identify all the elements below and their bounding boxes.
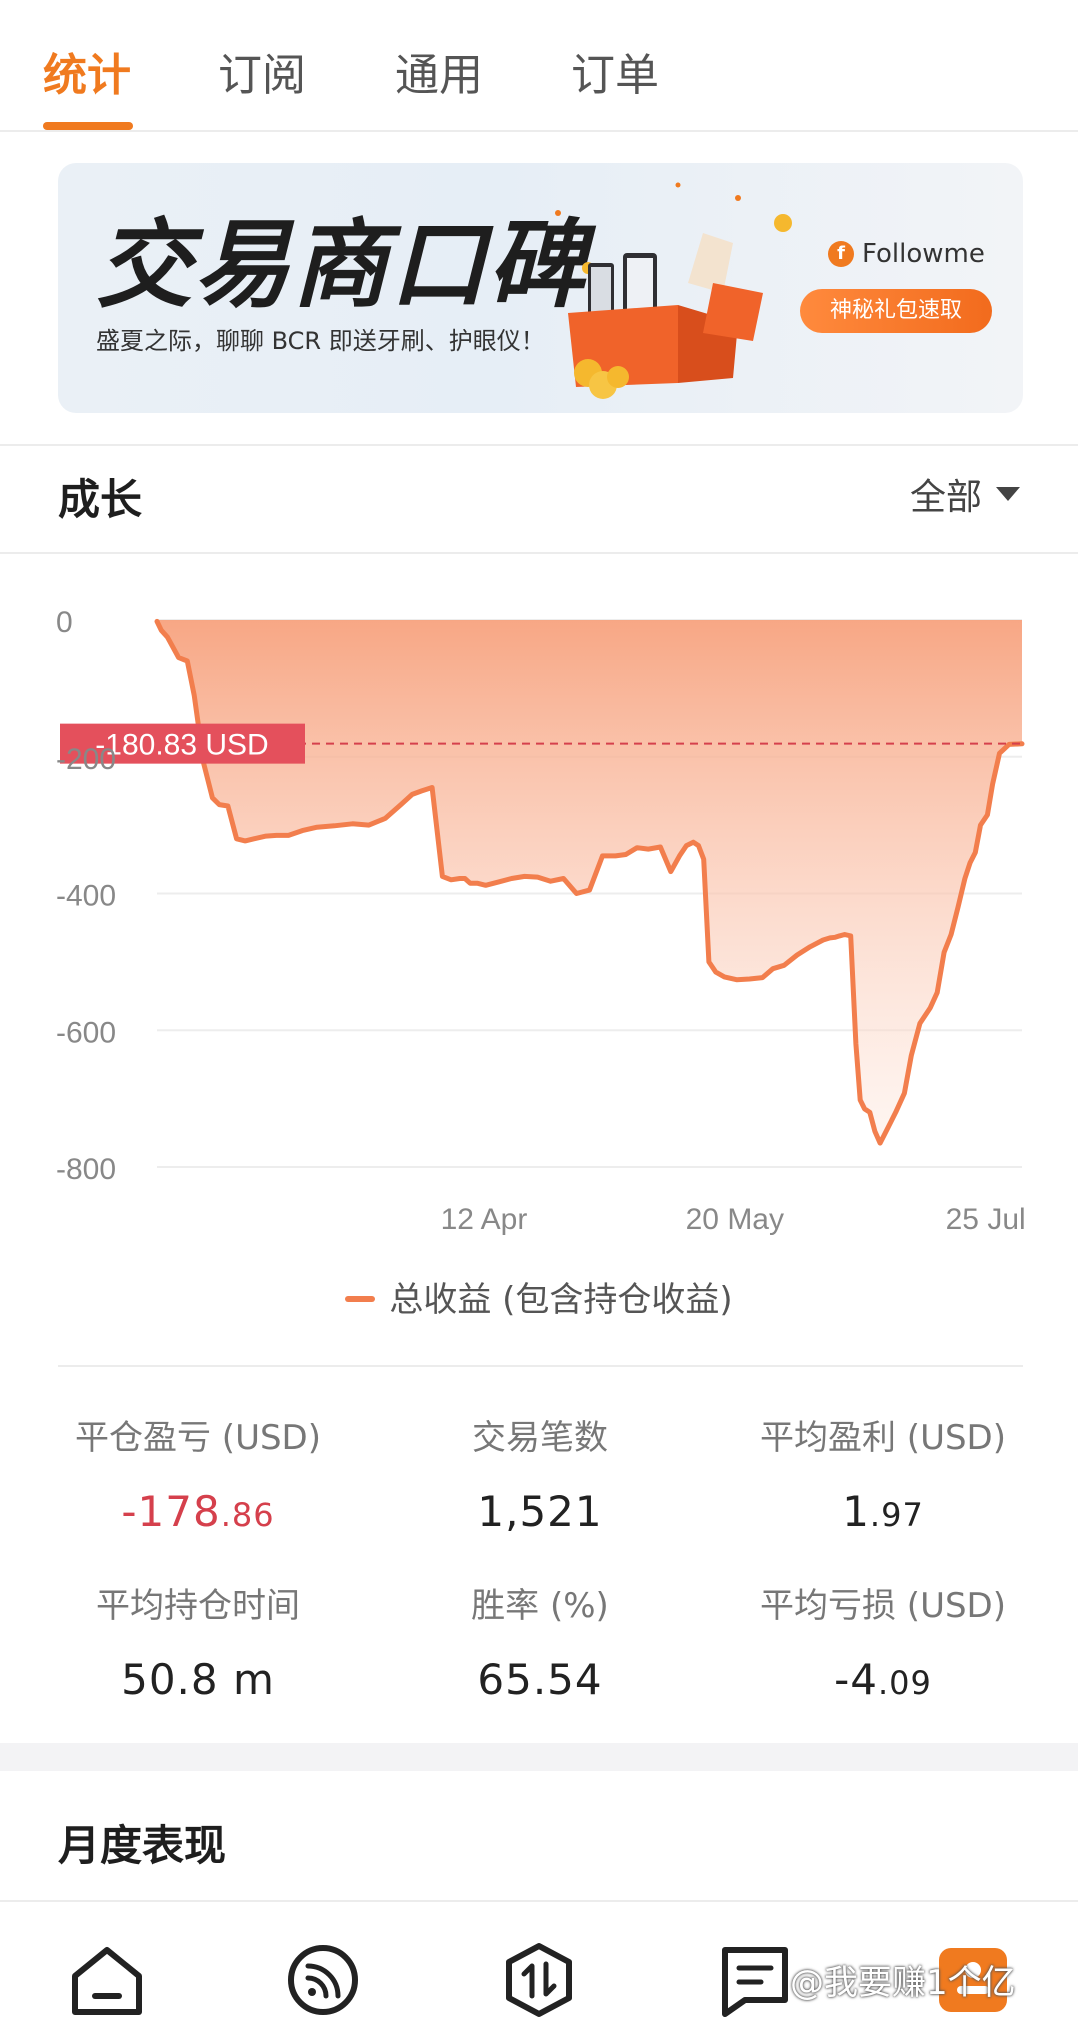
list-icon[interactable]: [715, 1940, 795, 2020]
promo-banner[interactable]: 交易商口碑 盛夏之际，聊聊 BCR 即送牙刷、护眼仪！ f Followme 神…: [58, 163, 1023, 413]
series-area: [157, 620, 1022, 1144]
watermark: @我要赚1个亿: [790, 1963, 1016, 2003]
stat-label: 平均盈利 (USD): [760, 1418, 1006, 1458]
tab-statistics[interactable]: 统计: [43, 48, 131, 104]
stat-label: 胜率 (%): [471, 1586, 609, 1626]
stat-value: 1.97: [842, 1487, 924, 1536]
legend-swatch: [345, 1295, 376, 1302]
y-tick-label: -200: [56, 743, 116, 776]
banner-title: 交易商口碑: [96, 209, 586, 321]
chart-legend: 总收益 (包含持仓收益): [0, 1272, 1078, 1321]
x-tick-label: 12 Apr: [441, 1203, 528, 1236]
x-tick-label: 20 May: [686, 1203, 784, 1236]
growth-chart[interactable]: -180.83 USD 0 -200 -400 -600 -800 12 Apr 20 Ma…: [0, 560, 1078, 1240]
y-tick-label: -600: [56, 1016, 116, 1049]
banner-subtitle: 盛夏之际，聊聊 BCR 即送牙刷、护眼仪！: [96, 327, 545, 355]
stat-value: 50.8 m: [121, 1655, 275, 1704]
growth-title: 成长: [58, 475, 143, 524]
tab-orders[interactable]: 订单: [571, 48, 659, 104]
top-tab-bar: 统计 订阅 通用 订单: [0, 0, 1078, 132]
stat-avg-hold-time: 平均持仓时间 50.8 m: [38, 1578, 358, 1704]
feed-icon[interactable]: [283, 1940, 363, 2020]
stat-trade-count: 交易笔数 1,521: [380, 1410, 700, 1536]
followme-logo-icon: f: [828, 241, 854, 267]
banner-cta-button[interactable]: 神秘礼包速取: [800, 289, 992, 333]
gift-box-illustration: [555, 182, 792, 399]
reference-label: -180.83 USD: [95, 729, 268, 762]
brand-label: f Followme: [828, 239, 985, 269]
range-filter-value: 全部: [909, 477, 982, 518]
home-icon[interactable]: [67, 1940, 147, 2020]
divider: [0, 444, 1078, 446]
brand-name: Followme: [862, 239, 985, 269]
x-tick-label: 25 Jul: [946, 1203, 1026, 1236]
range-filter-dropdown[interactable]: 全部: [910, 468, 1020, 520]
growth-chart-svg: -180.83 USD 0 -200 -400 -600 -800 12 Apr 20 Ma…: [56, 606, 1026, 1236]
active-tab-indicator: [43, 122, 133, 130]
divider: [0, 552, 1078, 554]
legend-label: 总收益 (包含持仓收益): [389, 1280, 733, 1320]
stat-closed-pnl: 平仓盈亏 (USD) -178.86: [38, 1410, 358, 1536]
monthly-performance-title: 月度表现: [58, 1821, 227, 1870]
section-gap: [0, 1743, 1078, 1771]
tab-general[interactable]: 通用: [395, 48, 483, 104]
stat-label: 交易笔数: [472, 1418, 608, 1458]
caret-down-icon: [996, 487, 1020, 501]
trade-icon[interactable]: [499, 1940, 579, 2020]
stat-avg-loss: 平均亏损 (USD) -4.09: [723, 1578, 1043, 1704]
stat-win-rate: 胜率 (%) 65.54: [380, 1578, 700, 1704]
y-tick-label: -400: [56, 880, 116, 913]
stat-value: -178.86: [121, 1487, 275, 1536]
divider: [58, 1365, 1023, 1367]
tab-subscriptions[interactable]: 订阅: [218, 48, 306, 104]
stat-label: 平均持仓时间: [96, 1586, 300, 1626]
stat-label: 平仓盈亏 (USD): [75, 1418, 321, 1458]
stat-value: 1,521: [477, 1487, 603, 1536]
stat-value: -4.09: [834, 1655, 932, 1704]
y-tick-label: -800: [56, 1153, 116, 1186]
stat-value: 65.54: [477, 1655, 603, 1704]
stat-avg-profit: 平均盈利 (USD) 1.97: [723, 1410, 1043, 1536]
y-tick-label: 0: [56, 606, 73, 639]
stat-label: 平均亏损 (USD): [760, 1586, 1006, 1626]
